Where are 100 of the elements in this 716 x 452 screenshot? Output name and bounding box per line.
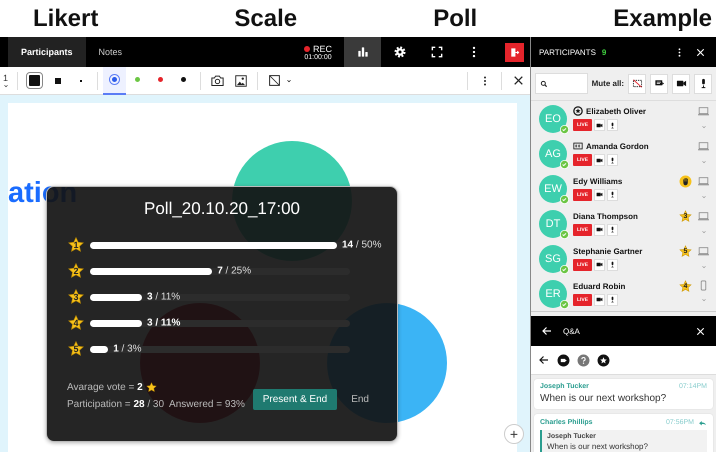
mute-button[interactable] [650, 74, 668, 94]
laptop-icon [697, 140, 710, 153]
video-camera-icon [596, 226, 603, 233]
color-button[interactable] [103, 66, 126, 94]
video-camera-icon [596, 191, 603, 198]
camera-toggle[interactable] [594, 294, 605, 306]
vote-count: 7 / 25% [217, 266, 252, 276]
check-icon [560, 160, 569, 168]
mute-button[interactable] [628, 74, 646, 94]
avatar: ER [539, 280, 567, 308]
microphone-icon [609, 296, 616, 303]
screen-off-icon [632, 78, 643, 89]
back-button[interactable] [538, 354, 550, 366]
tab[interactable]: Participants [8, 37, 86, 67]
avatar: SG [539, 244, 567, 272]
video-camera-icon [596, 296, 603, 303]
star-icon [146, 382, 157, 393]
camera-icon [210, 73, 225, 88]
microphone-icon [609, 122, 616, 128]
video-camera-icon [596, 261, 603, 268]
laptop-icon [697, 210, 710, 223]
participant-name: Eduard Robin [573, 282, 626, 290]
mute-button[interactable] [672, 74, 690, 94]
mic-toggle[interactable] [607, 258, 618, 270]
video-camera-icon [676, 78, 687, 89]
camera-toggle[interactable] [594, 154, 605, 166]
microphone-icon [609, 156, 616, 164]
mute-button[interactable] [694, 74, 712, 94]
back-arrow-icon [541, 325, 553, 337]
mic-toggle[interactable] [607, 119, 618, 131]
camera-toggle[interactable] [594, 224, 605, 236]
panel-title: PARTICIPANTS [539, 48, 596, 56]
participant-name: Amanda Gordon [586, 142, 649, 150]
chat-icon [557, 354, 570, 366]
mic-toggle[interactable] [607, 188, 618, 200]
check-icon [560, 300, 569, 308]
mute-all-label: Mute all: [592, 79, 624, 88]
question-icon [577, 354, 590, 366]
close-icon [695, 46, 706, 58]
star-circle-icon [573, 106, 583, 116]
close-icon [695, 326, 706, 336]
star-badge: 4 [67, 314, 85, 332]
search-icon [540, 80, 548, 88]
check-icon [560, 264, 569, 274]
vote-count: 1 / 3% [113, 344, 142, 354]
star-badge: 1 [67, 236, 85, 254]
filter-button[interactable] [557, 354, 570, 366]
end-button[interactable]: End [343, 389, 377, 410]
video-camera-icon [596, 122, 603, 128]
size-dropdown[interactable]: 1 [0, 67, 12, 94]
settings-icon [392, 45, 406, 59]
caption-label: Example [613, 4, 712, 32]
camera-toggle[interactable] [594, 119, 605, 131]
camera-toggle[interactable] [594, 188, 605, 200]
caret-icon [3, 82, 9, 88]
panel-title: Q&A [563, 326, 581, 336]
avatar: EW [539, 174, 567, 202]
recording-label: REC [304, 44, 332, 54]
laptop-icon [697, 175, 710, 188]
participant-name: Stephanie Gartner [573, 246, 642, 256]
close-icon [512, 74, 525, 87]
caret-icon [286, 78, 292, 84]
star-badge: 5 [67, 340, 85, 358]
mic-toggle[interactable] [607, 154, 618, 166]
mic-toggle[interactable] [607, 294, 618, 306]
leave-button[interactable] [505, 42, 524, 62]
bar-chart-icon [356, 45, 370, 59]
message-text: When is our next workshop? [540, 393, 668, 404]
vote-count: 14 / 50% [342, 240, 382, 250]
zoom-in-button[interactable]: + [504, 424, 524, 444]
filter-button[interactable] [597, 354, 610, 366]
cc-icon [573, 141, 583, 151]
participant-count: 9 [602, 48, 606, 56]
avatar: AG [539, 140, 567, 168]
raised-hand-icon [679, 175, 692, 188]
caption-label: Scale [234, 4, 298, 32]
square-diagonal-icon [268, 74, 281, 87]
star-badge: 2 [67, 262, 85, 280]
laptop-icon [697, 245, 710, 258]
search-field[interactable] [535, 73, 588, 94]
mic-toggle[interactable] [607, 224, 618, 236]
check-icon [560, 124, 569, 134]
microphone-icon [609, 226, 616, 233]
camera-toggle[interactable] [594, 258, 605, 270]
participant-name: Edy Williams [573, 176, 622, 186]
image-icon [234, 74, 248, 88]
fullscreen-icon [430, 45, 444, 59]
microphone-icon [609, 191, 616, 198]
toolbar-button[interactable] [344, 37, 381, 67]
video-camera-icon [596, 156, 603, 164]
poll-title: Poll_20.10.20_17:00 [143, 199, 301, 219]
caption-label: Likert [33, 4, 98, 32]
caption-label: Poll [433, 4, 478, 32]
avatar: DT [539, 210, 567, 238]
reply-icon[interactable] [698, 418, 707, 427]
avatar: EO [539, 104, 567, 132]
participant-name: Diana Thompson [573, 212, 638, 220]
star-badge: 3 [67, 288, 85, 306]
laptop-icon [697, 105, 710, 118]
present-end-button[interactable]: Present & End [252, 389, 338, 410]
